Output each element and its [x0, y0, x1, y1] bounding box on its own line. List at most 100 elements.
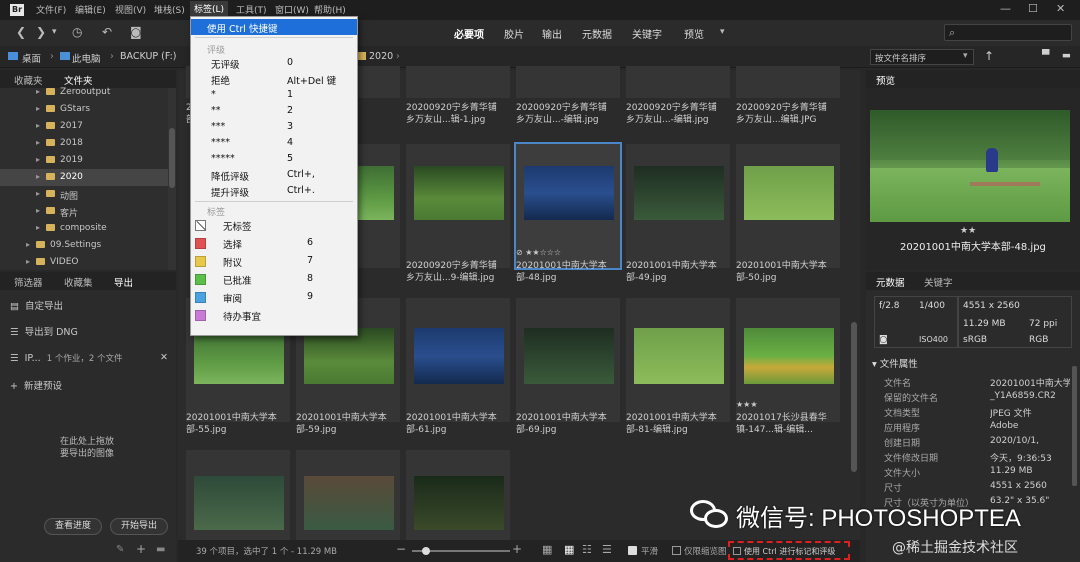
scroll-thumb[interactable]	[169, 128, 175, 188]
workspace-filmstrip[interactable]: 胶片	[504, 26, 524, 41]
rating-stars[interactable]: ★★★	[736, 400, 758, 409]
zoom-out-icon[interactable]: −	[396, 542, 406, 556]
folder-item[interactable]: ▸ composite	[0, 220, 168, 237]
return-icon[interactable]: ↶	[102, 25, 112, 39]
grid-view-icon[interactable]: ▦	[542, 543, 552, 556]
thumbnail[interactable]: 20200920宁乡菁华铺 乡万友山...编辑.JPG	[736, 66, 840, 125]
thumbnail[interactable]: 20201001中南大学本 部-69.jpg	[516, 298, 620, 435]
menu-file[interactable]: 文件(F)	[36, 3, 66, 16]
thumbnail[interactable]: 20201001中南大学本 部-50.jpg	[736, 144, 840, 283]
menu-item-label[interactable]: 已批准 8	[191, 271, 357, 287]
folder-item[interactable]: ▸ 2019	[0, 152, 168, 169]
menu-item-rating[interactable]: 无评级 0	[191, 55, 357, 71]
folder-item[interactable]: ▸ GStars	[0, 101, 168, 118]
quality-checkbox[interactable]	[628, 546, 637, 555]
minimize-icon[interactable]: —	[1000, 2, 1011, 15]
folder-item[interactable]: ▸ VIDEO	[0, 254, 168, 271]
chevron-down-icon[interactable]: ▾	[720, 27, 725, 37]
tab-keywords[interactable]: 关键字	[924, 275, 953, 289]
chevron-right-icon[interactable]: ▸	[36, 155, 40, 164]
metadata-scroll-thumb[interactable]	[1072, 366, 1077, 486]
zoom-in-icon[interactable]: +	[512, 542, 522, 556]
export-ip[interactable]: ☰ IP... 1 个作业，2 个文件	[10, 352, 122, 364]
forward-icon[interactable]: ❯	[36, 25, 46, 39]
thumbnail[interactable]: 20201001中南大学本 部-61.jpg	[406, 298, 510, 435]
thumbnail[interactable]: 20200920宁乡菁华铺 乡万友山...-编辑.jpg	[516, 66, 620, 125]
chevron-right-icon[interactable]: ▸	[36, 104, 40, 113]
menu-window[interactable]: 窗口(W)	[275, 3, 309, 16]
tab-collections[interactable]: 收藏集	[64, 275, 93, 289]
breadcrumb-this-pc[interactable]: 此电脑	[72, 51, 101, 65]
menu-item-rating[interactable]: 降低评级 Ctrl+,	[191, 167, 357, 183]
chevron-right-icon[interactable]: ▸	[36, 223, 40, 232]
menu-item-rating[interactable]: **** 4	[191, 135, 357, 151]
sort-dropdown[interactable]: 按文件名排序 ▾	[870, 49, 974, 65]
menu-view[interactable]: 视图(V)	[115, 3, 146, 16]
plus-icon[interactable]: +	[136, 542, 146, 556]
sort-ascending-icon[interactable]: ↑	[984, 49, 994, 63]
chevron-right-icon[interactable]: ▸	[36, 206, 40, 215]
pencil-icon[interactable]: ✎	[116, 544, 124, 555]
menu-item-label[interactable]: 审阅 9	[191, 289, 357, 305]
thumbnail[interactable]	[186, 450, 290, 540]
search-input[interactable]: ⌕	[944, 24, 1072, 41]
menu-help[interactable]: 帮助(H)	[314, 3, 346, 16]
thumbnail[interactable]: 20201001中南大学本 部-81-编辑.jpg	[626, 298, 730, 435]
chevron-right-icon[interactable]: ▸	[36, 189, 40, 198]
details-view-icon[interactable]: ☷	[582, 543, 592, 556]
content-scrollbar[interactable]	[850, 72, 858, 538]
workspace-preview[interactable]: 预览	[684, 26, 704, 41]
thumbnail-size-slider[interactable]	[412, 547, 510, 555]
thumbnail[interactable]: ★★★ 20201017长沙县春华 镇-147...辑-编辑...	[736, 298, 840, 435]
trash-icon[interactable]: ▬	[156, 544, 165, 555]
export-new-preset[interactable]: + 新建预设	[10, 378, 62, 392]
thumbnail[interactable]: 20200920宁乡菁华铺 乡万友山...辑-1.jpg	[406, 66, 510, 125]
breadcrumb-desktop[interactable]: 桌面	[22, 51, 41, 65]
ctrl-rating-checkbox[interactable]	[733, 547, 741, 555]
chevron-right-icon[interactable]: ▸	[36, 87, 40, 96]
rating-stars[interactable]: ⊘ ★★☆☆☆	[516, 248, 561, 257]
menu-item-rating[interactable]: * 1	[191, 87, 357, 103]
list-view-icon[interactable]: ☰	[602, 543, 612, 556]
menu-item-label[interactable]: 附议 7	[191, 253, 357, 269]
menu-edit[interactable]: 编辑(E)	[75, 3, 106, 16]
export-custom[interactable]: ▤ 自定导出	[10, 298, 63, 312]
slider-handle[interactable]	[422, 547, 430, 555]
folder-scrollbar[interactable]	[168, 88, 176, 270]
menu-item-label[interactable]: 待办事宜	[191, 307, 357, 323]
tab-filter[interactable]: 筛选器	[14, 275, 43, 289]
chevron-right-icon[interactable]: ▸	[36, 121, 40, 130]
maximize-icon[interactable]: ☐	[1028, 2, 1038, 15]
start-export-button[interactable]: 开始导出	[110, 518, 168, 535]
chevron-down-icon[interactable]: ▾	[52, 27, 57, 37]
folder-item[interactable]: ▸ 09.Settings	[0, 237, 168, 254]
breadcrumb-2020[interactable]: 2020	[369, 51, 393, 62]
chevron-right-icon[interactable]: ▸	[36, 172, 40, 181]
thumbnail[interactable]: 20200920宁乡菁华铺 乡万友山...-编辑.jpg	[626, 66, 730, 125]
thumbnail[interactable]	[296, 450, 400, 540]
folder-item[interactable]: ▸ 动图	[0, 186, 168, 203]
menu-tools[interactable]: 工具(T)	[236, 3, 267, 16]
chevron-right-icon[interactable]: ▸	[26, 240, 30, 249]
workspace-metadata[interactable]: 元数据	[582, 26, 612, 41]
menu-item-rating[interactable]: 拒绝 Alt+Del 键	[191, 71, 357, 87]
folder-item[interactable]: ▸ 2018	[0, 135, 168, 152]
menu-item-rating[interactable]: ***** 5	[191, 151, 357, 167]
chevron-right-icon[interactable]: ▸	[26, 257, 30, 266]
folder-item[interactable]: ▸ Zerooutput	[0, 84, 168, 101]
tab-preview[interactable]: 预览	[876, 73, 895, 87]
menu-item-rating[interactable]: 提升评级 Ctrl+.	[191, 183, 357, 199]
tab-metadata[interactable]: 元数据	[876, 275, 905, 289]
thumb-only-checkbox[interactable]	[672, 546, 681, 555]
chevron-right-icon[interactable]: ▸	[36, 138, 40, 147]
new-folder-icon[interactable]: ▀	[1042, 50, 1049, 61]
menu-stack[interactable]: 堆栈(S)	[154, 3, 185, 16]
close-icon[interactable]: ✕	[1056, 2, 1065, 15]
close-icon[interactable]: ✕	[160, 352, 168, 363]
menu-item-label[interactable]: 无标签	[191, 217, 357, 233]
thumbnail[interactable]: 20200920宁乡菁华铺 乡万友山...9-编辑.jpg	[406, 144, 510, 283]
delete-icon[interactable]: ▬	[1062, 50, 1071, 61]
menu-item-rating[interactable]: *** 3	[191, 119, 357, 135]
thumbnail-view-icon[interactable]: ▦	[564, 543, 574, 556]
workspace-output[interactable]: 输出	[542, 26, 562, 41]
